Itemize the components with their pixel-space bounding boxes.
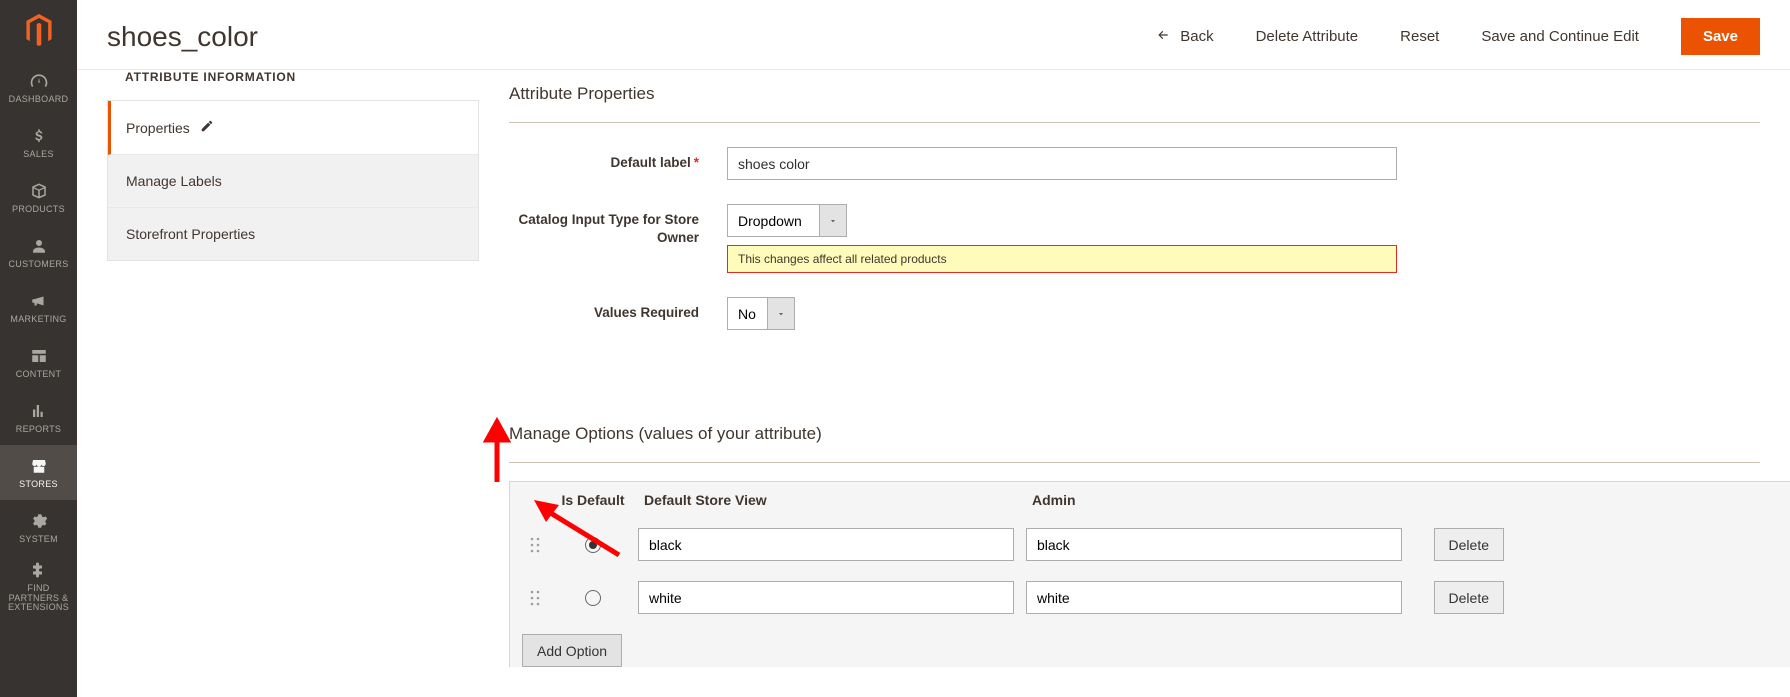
nav-products[interactable]: PRODUCTS xyxy=(0,170,77,225)
tab-manage-labels[interactable]: Manage Labels xyxy=(108,155,478,208)
chevron-down-icon[interactable] xyxy=(819,204,847,237)
field-label: Values Required xyxy=(509,297,727,322)
nav-label: SALES xyxy=(23,150,54,160)
gauge-icon xyxy=(28,70,50,92)
nav-label: DASHBOARD xyxy=(9,95,69,105)
col-admin: Admin xyxy=(1026,492,1414,508)
nav-system[interactable]: SYSTEM xyxy=(0,500,77,555)
tabs-title: ATTRIBUTE INFORMATION xyxy=(107,70,479,100)
select-value: Dropdown xyxy=(727,204,819,237)
nav-stores[interactable]: STORES xyxy=(0,445,77,500)
tabs-list: Properties Manage Labels Storefront Prop… xyxy=(107,100,479,261)
form-column: Attribute Properties Default label* Cata… xyxy=(509,70,1790,667)
header-actions: Back Delete Attribute Reset Save and Con… xyxy=(1154,18,1760,55)
nav-label: CONTENT xyxy=(16,370,62,380)
options-table: Is Default Default Store View Admin Dele… xyxy=(509,481,1790,667)
input-type-select[interactable]: Dropdown xyxy=(727,204,847,237)
page-header: shoes_color Back Delete Attribute Reset … xyxy=(77,0,1790,70)
tab-label: Properties xyxy=(126,120,190,136)
nav-dashboard[interactable]: DASHBOARD xyxy=(0,60,77,115)
nav-reports[interactable]: REPORTS xyxy=(0,390,77,445)
nav-customers[interactable]: CUSTOMERS xyxy=(0,225,77,280)
option-row: Delete xyxy=(510,518,1790,571)
tab-label: Manage Labels xyxy=(126,173,222,189)
attribute-info-tabs: ATTRIBUTE INFORMATION Properties Manage … xyxy=(107,70,479,667)
nav-label: SYSTEM xyxy=(19,535,58,545)
field-label: Catalog Input Type for Store Owner xyxy=(509,204,727,247)
delete-option-button[interactable]: Delete xyxy=(1434,581,1504,614)
default-label-input[interactable] xyxy=(727,147,1397,180)
chevron-down-icon[interactable] xyxy=(767,297,795,330)
delete-attribute-button[interactable]: Delete Attribute xyxy=(1256,28,1359,45)
gear-icon xyxy=(28,510,50,532)
nav-marketing[interactable]: MARKETING xyxy=(0,280,77,335)
field-input-type: Catalog Input Type for Store Owner Dropd… xyxy=(509,204,1760,273)
box-icon xyxy=(28,180,50,202)
options-header: Is Default Default Store View Admin xyxy=(510,482,1790,518)
nav-label: CUSTOMERS xyxy=(8,260,68,270)
is-default-radio[interactable] xyxy=(585,590,601,606)
person-icon xyxy=(28,235,50,257)
page-title: shoes_color xyxy=(107,21,258,53)
tab-storefront-properties[interactable]: Storefront Properties xyxy=(108,208,478,260)
nav-label: PRODUCTS xyxy=(12,205,65,215)
nav-find-partners[interactable]: FIND PARTNERS & EXTENSIONS xyxy=(0,555,77,617)
field-label: Default label* xyxy=(509,147,727,172)
add-option-button[interactable]: Add Option xyxy=(522,634,622,667)
admin-nav: DASHBOARD SALES PRODUCTS CUSTOMERS MARKE… xyxy=(0,0,77,697)
input-type-note: This changes affect all related products xyxy=(727,245,1397,273)
nav-sales[interactable]: SALES xyxy=(0,115,77,170)
option-admin-input[interactable] xyxy=(1026,528,1402,561)
megaphone-icon xyxy=(28,290,50,312)
back-label: Back xyxy=(1180,28,1213,45)
option-store-view-input[interactable] xyxy=(638,528,1014,561)
magento-logo[interactable] xyxy=(0,0,77,60)
puzzle-icon xyxy=(28,559,50,581)
tab-label: Storefront Properties xyxy=(126,226,255,242)
tab-properties[interactable]: Properties xyxy=(108,101,478,155)
select-value: No xyxy=(727,297,767,330)
option-store-view-input[interactable] xyxy=(638,581,1014,614)
field-values-required: Values Required No xyxy=(509,297,1760,330)
pencil-icon xyxy=(200,119,214,136)
store-icon xyxy=(28,455,50,477)
save-button[interactable]: Save xyxy=(1681,18,1760,55)
drag-handle-icon[interactable] xyxy=(522,537,548,553)
nav-label: STORES xyxy=(19,480,58,490)
values-required-select[interactable]: No xyxy=(727,297,795,330)
dollar-icon xyxy=(28,125,50,147)
option-row: Delete xyxy=(510,571,1790,624)
field-default-label: Default label* xyxy=(509,147,1760,180)
layout-icon xyxy=(28,345,50,367)
reset-button[interactable]: Reset xyxy=(1400,28,1439,45)
nav-label: FIND PARTNERS & EXTENSIONS xyxy=(2,584,75,614)
fieldset-attribute-properties-title: Attribute Properties xyxy=(509,70,1760,123)
nav-label: REPORTS xyxy=(16,425,61,435)
save-and-continue-button[interactable]: Save and Continue Edit xyxy=(1481,28,1639,45)
nav-content[interactable]: CONTENT xyxy=(0,335,77,390)
is-default-radio[interactable] xyxy=(585,537,601,553)
fieldset-manage-options-title: Manage Options (values of your attribute… xyxy=(509,354,1760,463)
col-is-default: Is Default xyxy=(548,492,638,508)
main-area: shoes_color Back Delete Attribute Reset … xyxy=(77,0,1790,697)
nav-label: MARKETING xyxy=(10,315,66,325)
drag-handle-icon[interactable] xyxy=(522,590,548,606)
col-store-view: Default Store View xyxy=(638,492,1026,508)
chart-icon xyxy=(28,400,50,422)
delete-option-button[interactable]: Delete xyxy=(1434,528,1504,561)
arrow-left-icon xyxy=(1154,28,1172,46)
back-button[interactable]: Back xyxy=(1154,28,1213,46)
content: ATTRIBUTE INFORMATION Properties Manage … xyxy=(77,70,1790,667)
option-admin-input[interactable] xyxy=(1026,581,1402,614)
